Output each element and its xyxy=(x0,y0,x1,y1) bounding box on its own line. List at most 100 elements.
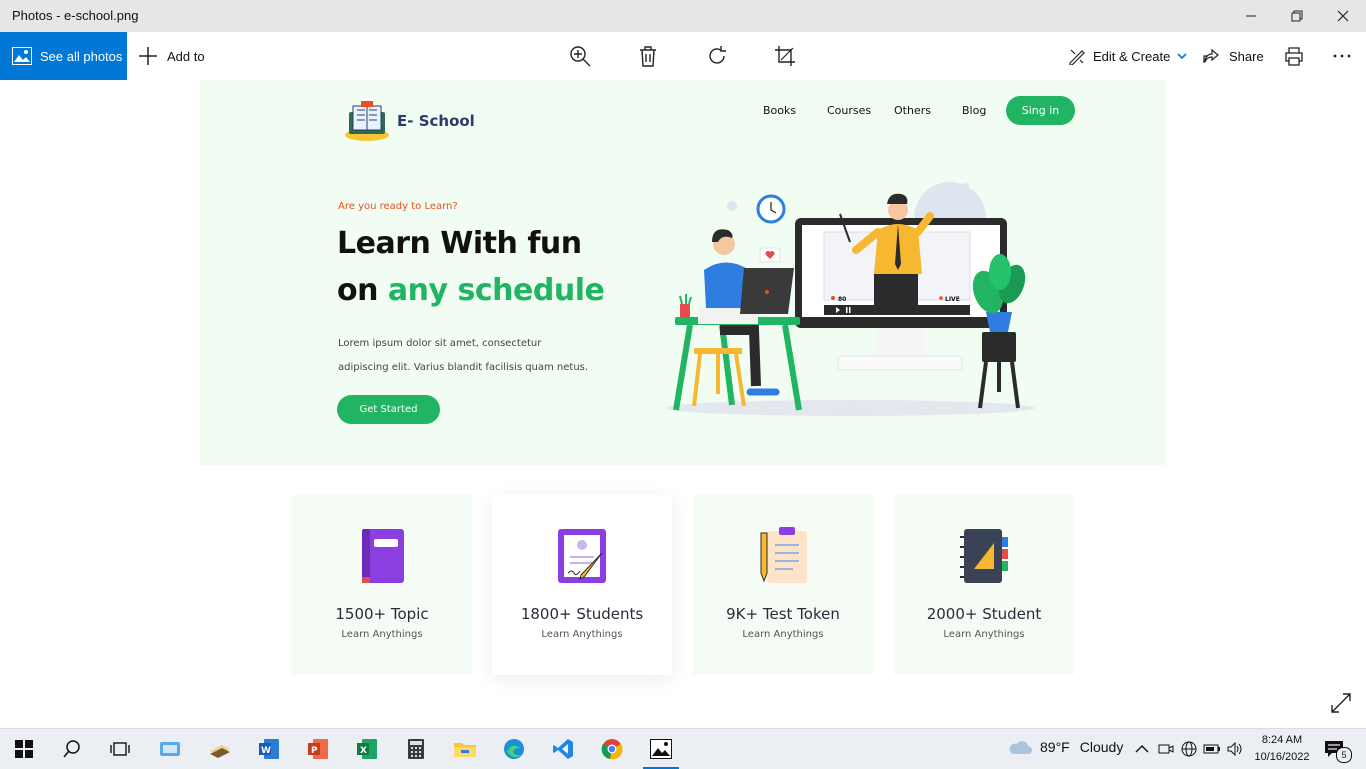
taskbar-app-chrome[interactable] xyxy=(598,735,626,763)
taskbar-app-vscode[interactable] xyxy=(549,735,577,763)
online-learning-illustration: 80 LIVE xyxy=(665,182,1035,416)
stat-card-test-tokens[interactable]: 9K+ Test Token Learn Anythings xyxy=(693,495,873,675)
taskbar-app-calculator[interactable] xyxy=(402,735,430,763)
more-options-button[interactable] xyxy=(1328,42,1356,70)
trash-icon xyxy=(640,46,656,67)
print-button[interactable] xyxy=(1280,42,1308,70)
stat-value: 1800+ Students xyxy=(520,605,644,623)
window-titlebar: Photos - e-school.png xyxy=(0,0,1366,32)
nav-link-others[interactable]: Others xyxy=(894,104,931,117)
powerpoint-icon: P xyxy=(308,739,328,759)
zoom-button[interactable] xyxy=(566,42,594,70)
cloud-icon xyxy=(1009,741,1032,754)
clock-time: 8:24 AM xyxy=(1261,734,1303,746)
volume-button[interactable] xyxy=(1221,735,1249,763)
search-icon xyxy=(63,740,80,758)
notification-count: 5 xyxy=(1336,747,1352,763)
windows-taskbar: W P X 89°F Cloudy 8:24 AM 10/16/2022 5 xyxy=(0,728,1366,769)
speaker-icon xyxy=(1227,742,1242,756)
weather-condition: Cloudy xyxy=(1079,739,1124,755)
svg-text:W: W xyxy=(261,746,271,756)
taskbar-app-powerpoint[interactable]: P xyxy=(304,735,332,763)
taskbar-app-edge[interactable] xyxy=(500,735,528,763)
excel-icon: X xyxy=(357,739,377,759)
word-icon: W xyxy=(259,739,279,759)
taskbar-app-folder-stack[interactable] xyxy=(206,735,234,763)
get-started-button[interactable]: Get Started xyxy=(337,395,440,424)
camera-icon xyxy=(1158,744,1174,754)
stat-card-student[interactable]: 2000+ Student Learn Anythings xyxy=(894,495,1074,675)
globe-icon xyxy=(1181,741,1197,757)
share-icon xyxy=(1203,48,1219,63)
sign-in-button[interactable]: Sing in xyxy=(1006,96,1075,125)
crop-icon xyxy=(775,46,795,66)
calculator-icon xyxy=(408,739,424,759)
battery-icon xyxy=(1203,744,1220,754)
svg-text:X: X xyxy=(360,746,367,756)
rotate-button[interactable] xyxy=(703,42,731,70)
stat-card-students[interactable]: 1800+ Students Learn Anythings xyxy=(492,495,672,675)
photos-icon xyxy=(650,739,672,759)
stat-label: Learn Anythings xyxy=(943,629,1025,640)
printer-icon xyxy=(1285,47,1303,66)
stat-value: 2000+ Student xyxy=(926,605,1042,623)
stat-value: 9K+ Test Token xyxy=(726,605,840,623)
crop-button[interactable] xyxy=(771,42,799,70)
taskbar-app-control-panel[interactable] xyxy=(156,735,184,763)
window-title: Photos - e-school.png xyxy=(12,8,139,23)
weather-temperature: 89°F xyxy=(1040,739,1070,755)
brand-name: E- School xyxy=(397,112,475,130)
taskbar-app-photos[interactable] xyxy=(643,735,679,769)
add-to-button[interactable]: Add to xyxy=(138,32,205,80)
taskbar-app-file-explorer[interactable] xyxy=(451,735,479,763)
see-all-photos-label: See all photos xyxy=(40,48,123,64)
nav-link-books[interactable]: Books xyxy=(763,104,796,117)
add-to-label: Add to xyxy=(167,48,205,64)
nav-link-courses[interactable]: Courses xyxy=(827,104,871,117)
weather-widget[interactable]: 89°F Cloudy xyxy=(1008,739,1123,755)
edge-icon xyxy=(504,739,524,759)
see-all-photos-button[interactable]: See all photos xyxy=(0,32,127,80)
more-icon xyxy=(1333,54,1351,58)
system-clock[interactable]: 8:24 AM 10/16/2022 xyxy=(1250,732,1314,766)
minimize-button[interactable] xyxy=(1228,0,1274,32)
hero-section: E- School Books Courses Others Blog Sing… xyxy=(200,80,1166,465)
stat-label: Learn Anythings xyxy=(742,629,824,640)
close-icon xyxy=(1337,10,1349,22)
restore-button[interactable] xyxy=(1274,0,1320,32)
expand-icon[interactable] xyxy=(1330,692,1352,714)
edit-create-icon xyxy=(1069,49,1085,65)
book-icon xyxy=(362,529,404,583)
site-logo[interactable]: E- School xyxy=(343,100,483,142)
hero-description-line2: adipiscing elit. Varius blandit facilisi… xyxy=(338,362,589,373)
minimize-icon xyxy=(1246,15,1256,17)
notifications-button[interactable]: 5 xyxy=(1320,735,1352,763)
hero-headline-line2: on any schedule xyxy=(337,273,605,308)
windows-logo-icon xyxy=(15,740,33,758)
video-views-count: 80 xyxy=(838,296,846,303)
svg-text:P: P xyxy=(311,746,318,756)
task-view-icon xyxy=(110,742,130,756)
share-button[interactable]: Share xyxy=(1202,32,1264,80)
stat-label: Learn Anythings xyxy=(541,629,623,640)
share-label: Share xyxy=(1229,48,1264,64)
vscode-icon xyxy=(553,739,573,759)
hero-headline-on: on xyxy=(337,273,378,308)
taskbar-app-word[interactable]: W xyxy=(255,735,283,763)
start-button[interactable] xyxy=(10,735,38,763)
stat-card-topics[interactable]: 1500+ Topic Learn Anythings xyxy=(292,495,472,675)
stack-icon xyxy=(210,745,230,758)
chevron-down-icon xyxy=(1177,53,1187,60)
edit-create-label: Edit & Create xyxy=(1093,48,1171,64)
control-panel-icon xyxy=(160,742,180,756)
search-button[interactable] xyxy=(58,735,86,763)
edit-create-button[interactable]: Edit & Create xyxy=(1068,32,1188,80)
stat-value: 1500+ Topic xyxy=(335,605,429,623)
taskbar-app-excel[interactable]: X xyxy=(353,735,381,763)
task-view-button[interactable] xyxy=(106,735,134,763)
photos-icon xyxy=(12,47,32,65)
nav-link-blog[interactable]: Blog xyxy=(962,104,986,117)
close-button[interactable] xyxy=(1320,0,1366,32)
clipboard-icon xyxy=(760,527,807,583)
delete-button[interactable] xyxy=(634,42,662,70)
